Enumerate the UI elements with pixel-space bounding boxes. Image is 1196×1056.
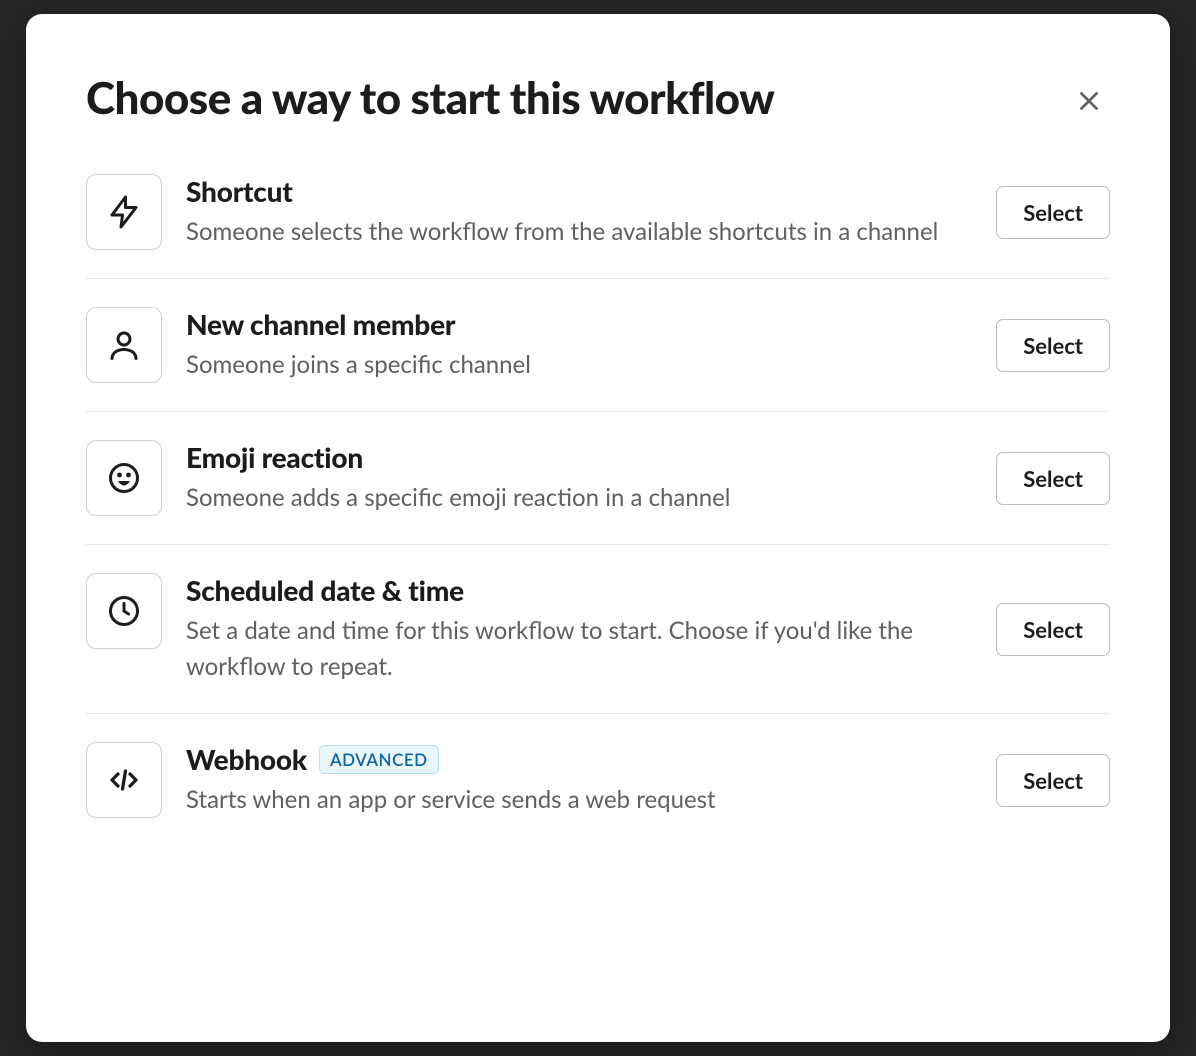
option-icon-box bbox=[86, 440, 162, 516]
option-title: Webhook bbox=[186, 742, 307, 776]
trigger-option-webhook: Webhook ADVANCED Starts when an app or s… bbox=[86, 714, 1110, 846]
code-icon bbox=[106, 762, 142, 798]
close-button[interactable] bbox=[1068, 80, 1110, 122]
option-description: Starts when an app or service sends a we… bbox=[186, 782, 972, 818]
close-icon bbox=[1076, 88, 1102, 114]
option-title-row: Shortcut bbox=[186, 174, 972, 208]
option-title-row: Emoji reaction bbox=[186, 440, 972, 474]
option-description: Someone selects the workflow from the av… bbox=[186, 214, 972, 250]
option-title: Scheduled date & time bbox=[186, 573, 464, 607]
trigger-option-shortcut: Shortcut Someone selects the workflow fr… bbox=[86, 174, 1110, 279]
lightning-bolt-icon bbox=[106, 194, 142, 230]
select-button-webhook[interactable]: Select bbox=[996, 754, 1110, 807]
option-title-row: New channel member bbox=[186, 307, 972, 341]
option-title: Shortcut bbox=[186, 174, 293, 208]
option-title-row: Scheduled date & time bbox=[186, 573, 972, 607]
option-title: New channel member bbox=[186, 307, 455, 341]
option-description: Someone joins a specific channel bbox=[186, 347, 972, 383]
select-button-new-channel-member[interactable]: Select bbox=[996, 319, 1110, 372]
select-button-scheduled[interactable]: Select bbox=[996, 603, 1110, 656]
option-text: Webhook ADVANCED Starts when an app or s… bbox=[186, 742, 972, 818]
option-text: Shortcut Someone selects the workflow fr… bbox=[186, 174, 972, 250]
option-description: Set a date and time for this workflow to… bbox=[186, 613, 972, 685]
trigger-option-emoji-reaction: Emoji reaction Someone adds a specific e… bbox=[86, 412, 1110, 545]
smile-icon bbox=[106, 460, 142, 496]
trigger-option-scheduled: Scheduled date & time Set a date and tim… bbox=[86, 545, 1110, 714]
option-description: Someone adds a specific emoji reaction i… bbox=[186, 480, 972, 516]
modal-header: Choose a way to start this workflow bbox=[86, 74, 1110, 122]
clock-icon bbox=[106, 593, 142, 629]
option-title-row: Webhook ADVANCED bbox=[186, 742, 972, 776]
option-icon-box bbox=[86, 307, 162, 383]
modal-title: Choose a way to start this workflow bbox=[86, 74, 774, 122]
option-icon-box bbox=[86, 174, 162, 250]
select-button-emoji-reaction[interactable]: Select bbox=[996, 452, 1110, 505]
select-button-shortcut[interactable]: Select bbox=[996, 186, 1110, 239]
workflow-trigger-modal: Choose a way to start this workflow Shor… bbox=[26, 14, 1170, 1042]
option-text: New channel member Someone joins a speci… bbox=[186, 307, 972, 383]
person-icon bbox=[106, 327, 142, 363]
trigger-option-list: Shortcut Someone selects the workflow fr… bbox=[86, 174, 1110, 846]
advanced-badge: ADVANCED bbox=[319, 745, 439, 774]
trigger-option-new-channel-member: New channel member Someone joins a speci… bbox=[86, 279, 1110, 412]
option-text: Scheduled date & time Set a date and tim… bbox=[186, 573, 972, 685]
option-text: Emoji reaction Someone adds a specific e… bbox=[186, 440, 972, 516]
option-icon-box bbox=[86, 742, 162, 818]
option-title: Emoji reaction bbox=[186, 440, 363, 474]
option-icon-box bbox=[86, 573, 162, 649]
